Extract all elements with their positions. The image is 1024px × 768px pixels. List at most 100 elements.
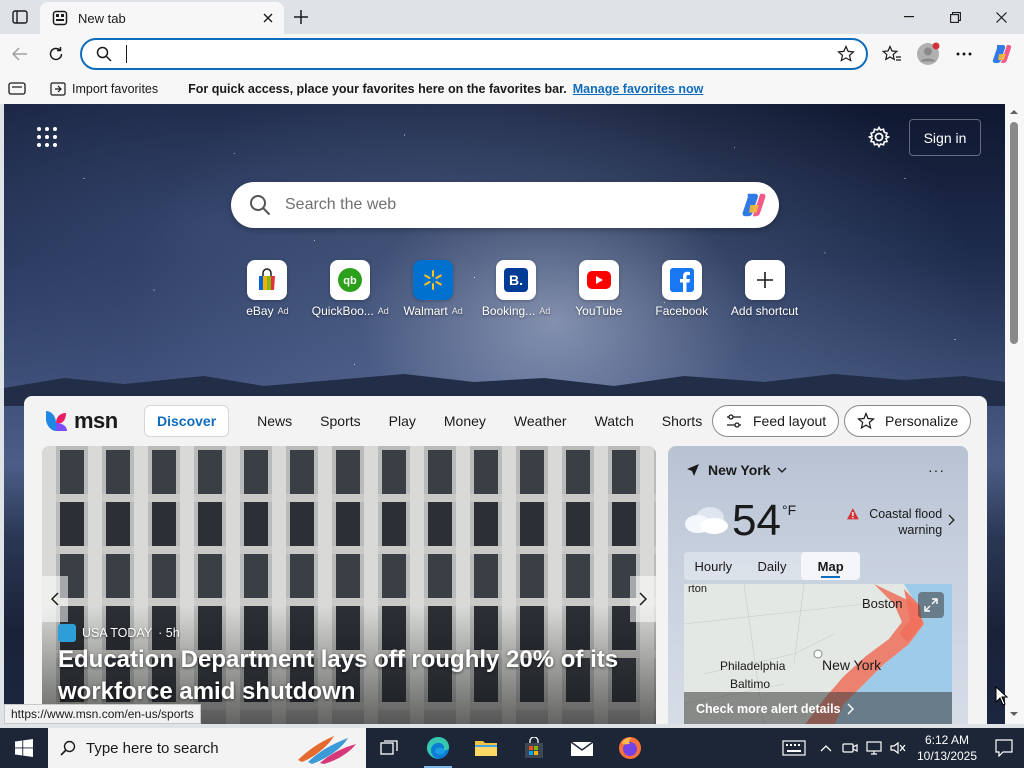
weather-tab-hourly[interactable]: Hourly xyxy=(684,552,743,580)
restore-button[interactable] xyxy=(932,0,978,34)
ebay-icon xyxy=(259,268,276,290)
notification-icon xyxy=(995,739,1013,757)
volume-button[interactable] xyxy=(886,728,910,768)
weather-more-button[interactable]: ··· xyxy=(928,462,945,478)
weather-tab-daily[interactable]: Daily xyxy=(743,552,802,580)
taskbar-mail[interactable] xyxy=(558,728,606,768)
add-shortcut-tile xyxy=(744,260,785,300)
shortcut-walmart[interactable]: Walmart Ad xyxy=(392,260,475,330)
weather-tab-map[interactable]: Map xyxy=(801,552,861,580)
title-bar: New tab xyxy=(0,0,1024,34)
meet-now-button[interactable] xyxy=(838,728,862,768)
hero-prev-button[interactable] xyxy=(42,576,68,622)
back-button[interactable] xyxy=(6,40,34,68)
tab-discover[interactable]: Discover xyxy=(144,405,230,437)
personalize-button[interactable]: Personalize xyxy=(844,405,972,437)
import-favorites-label: Import favorites xyxy=(72,82,159,96)
sidebar-toggle-icon[interactable] xyxy=(8,82,28,96)
shortcut-quickbooks[interactable]: qb QuickBoo... Ad xyxy=(309,260,392,330)
expand-map-button[interactable] xyxy=(918,592,944,618)
manage-favorites-link[interactable]: Manage favorites now xyxy=(573,82,704,96)
hero-next-button[interactable] xyxy=(630,576,656,622)
shortcut-booking[interactable]: B. Booking... Ad xyxy=(475,260,558,330)
tab-close-button[interactable] xyxy=(260,10,276,26)
import-favorites-button[interactable]: Import favorites xyxy=(50,82,158,96)
mail-icon xyxy=(570,741,594,756)
minimize-button[interactable] xyxy=(886,0,932,34)
tab-news[interactable]: News xyxy=(257,413,292,429)
refresh-button[interactable] xyxy=(42,40,70,68)
page-scrollbar[interactable] xyxy=(1005,104,1024,724)
tab-watch[interactable]: Watch xyxy=(595,413,634,429)
new-tab-button[interactable] xyxy=(290,6,312,28)
mouse-cursor-icon xyxy=(995,686,1009,706)
tab-weather[interactable]: Weather xyxy=(514,413,567,429)
profile-button[interactable] xyxy=(914,40,942,68)
quickbooks-icon: qb xyxy=(338,268,363,292)
tab-actions-button[interactable] xyxy=(8,6,32,28)
weather-alert-map[interactable]: rton Boston Philadelphia Baltimo New Yor… xyxy=(684,584,952,724)
favorites-button[interactable] xyxy=(878,40,906,68)
web-search-box[interactable]: Search the web xyxy=(231,182,779,228)
add-shortcut-button[interactable]: Add shortcut xyxy=(723,260,806,330)
address-input[interactable] xyxy=(129,46,836,62)
keyboard-layout-button[interactable] xyxy=(774,728,814,768)
weather-card[interactable]: New York ··· 54 °F Coastal flood warning… xyxy=(668,446,968,724)
scrollbar-thumb[interactable] xyxy=(1010,122,1018,344)
svg-text:B.: B. xyxy=(509,272,523,288)
hero-source-name: USA TODAY xyxy=(82,626,153,640)
copilot-icon[interactable] xyxy=(739,190,769,220)
usa-today-logo-icon xyxy=(58,624,76,642)
star-icon xyxy=(837,45,855,62)
tab-shorts[interactable]: Shorts xyxy=(662,413,702,429)
settings-more-button[interactable] xyxy=(950,40,978,68)
scroll-down-icon[interactable] xyxy=(1010,710,1018,718)
taskbar-file-explorer[interactable] xyxy=(462,728,510,768)
windows-taskbar: Type here to search 6:12 AM 10/13/2025 xyxy=(0,728,1024,768)
tab-play[interactable]: Play xyxy=(389,413,416,429)
hero-article-card[interactable]: USA TODAY · 5h Education Department lays… xyxy=(42,446,656,724)
close-window-button[interactable] xyxy=(978,0,1024,34)
shortcut-ebay[interactable]: eBay Ad xyxy=(226,260,309,330)
shortcut-label: Facebook xyxy=(655,304,709,318)
chevron-down-icon xyxy=(777,467,786,473)
weather-location-button[interactable]: New York xyxy=(686,462,787,478)
taskbar-firefox[interactable] xyxy=(606,728,654,768)
sign-in-button[interactable]: Sign in xyxy=(909,119,981,156)
close-icon xyxy=(263,13,273,23)
expand-icon xyxy=(924,598,938,612)
gear-icon xyxy=(868,126,890,148)
page-settings-button[interactable] xyxy=(866,124,892,150)
scroll-up-icon[interactable] xyxy=(1010,108,1018,116)
show-hidden-icons-button[interactable] xyxy=(814,728,838,768)
taskbar-clock[interactable]: 6:12 AM 10/13/2025 xyxy=(910,732,984,764)
tab-new-tab[interactable]: New tab xyxy=(40,2,284,34)
task-view-button[interactable] xyxy=(366,728,414,768)
feed-layout-button[interactable]: Feed layout xyxy=(712,405,840,437)
copilot-button[interactable] xyxy=(988,40,1016,68)
alert-details-link[interactable]: Check more alert details xyxy=(684,692,952,724)
address-bar[interactable] xyxy=(80,38,868,70)
search-icon xyxy=(250,195,271,216)
quickbooks-tile: qb xyxy=(330,260,371,300)
action-center-button[interactable] xyxy=(984,728,1024,768)
network-button[interactable] xyxy=(862,728,886,768)
tab-sports[interactable]: Sports xyxy=(320,413,360,429)
web-search-placeholder: Search the web xyxy=(285,196,397,213)
shortcut-facebook[interactable]: Facebook xyxy=(640,260,723,330)
tab-money[interactable]: Money xyxy=(444,413,486,429)
hero-headline[interactable]: Education Department lays off roughly 20… xyxy=(58,644,648,708)
taskbar-edge[interactable] xyxy=(414,728,462,768)
add-favorite-button[interactable] xyxy=(836,44,856,64)
app-launcher-icon[interactable] xyxy=(36,126,58,148)
weather-alert[interactable]: Coastal flood warning xyxy=(846,506,956,538)
taskbar-store[interactable] xyxy=(510,728,558,768)
shortcut-youtube[interactable]: YouTube xyxy=(557,260,640,330)
msn-logo[interactable]: msn xyxy=(44,408,124,434)
edge-icon xyxy=(427,737,449,759)
start-button[interactable] xyxy=(0,728,48,768)
walmart-icon xyxy=(424,270,442,290)
facebook-icon xyxy=(669,268,694,292)
hero-age: · 5h xyxy=(158,626,180,640)
taskbar-search[interactable]: Type here to search xyxy=(48,728,366,768)
